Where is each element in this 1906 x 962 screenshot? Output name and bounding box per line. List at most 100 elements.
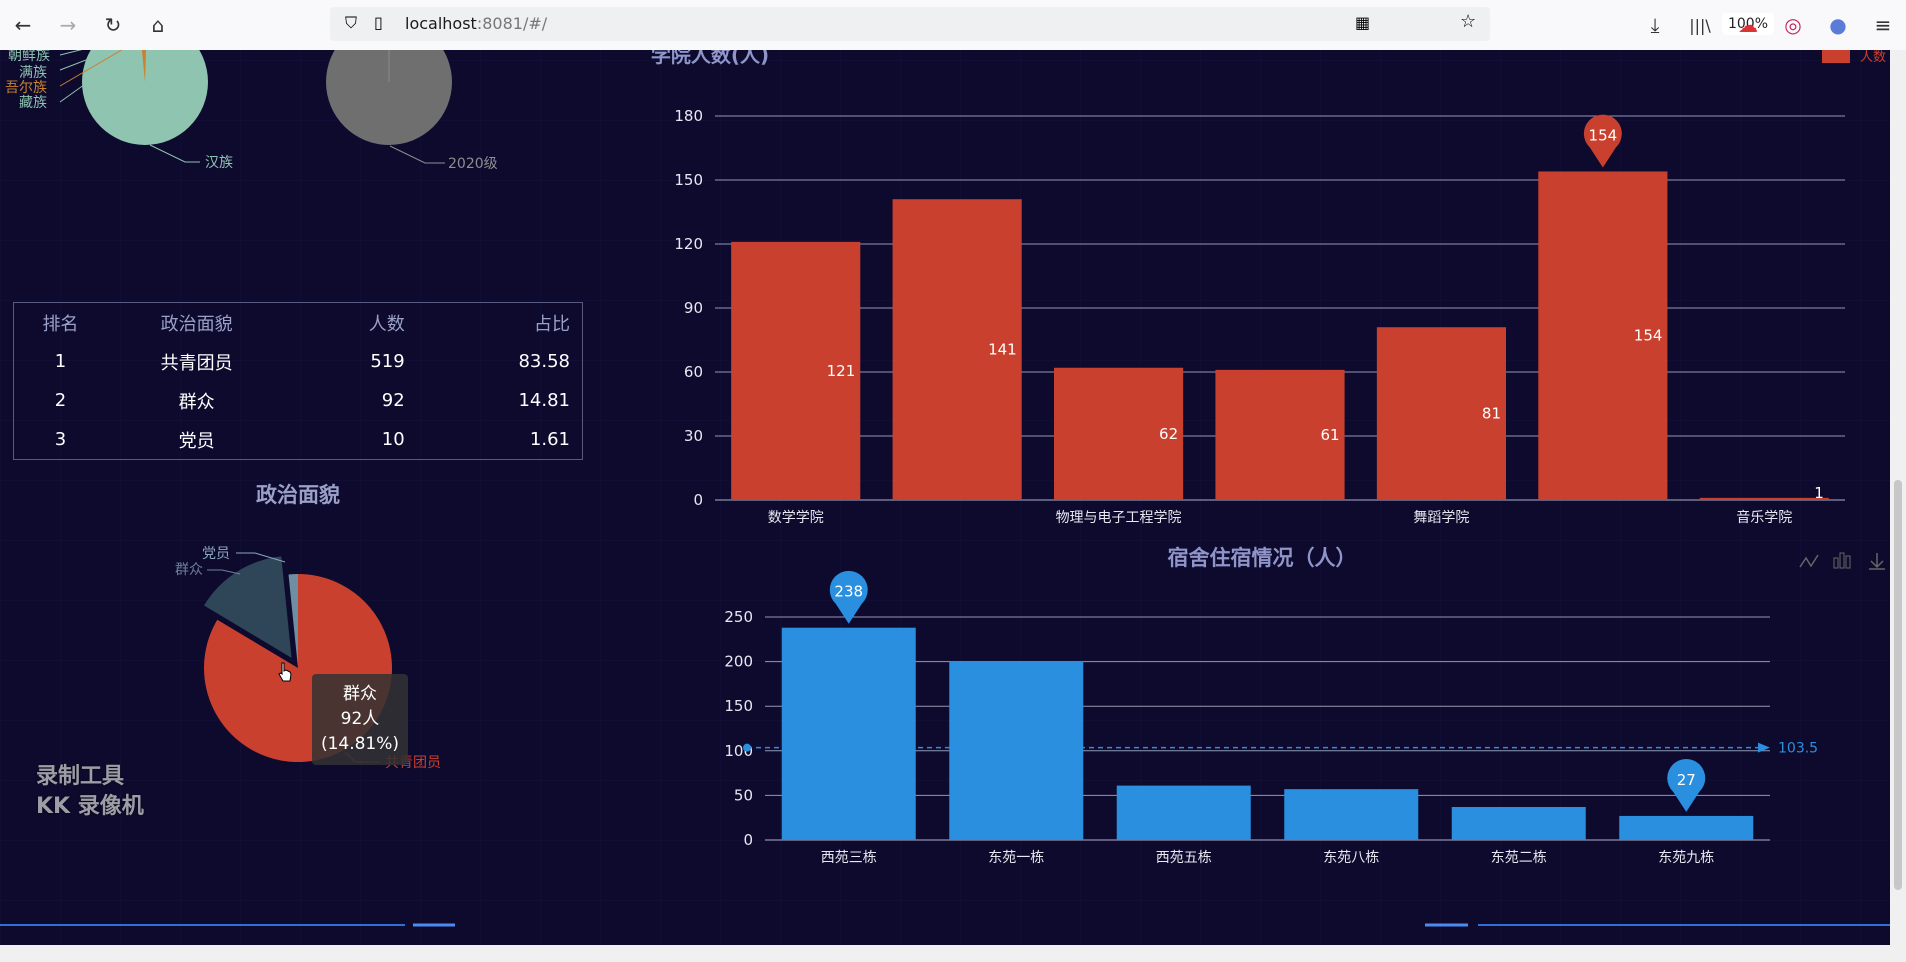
pie-label: 党员 — [202, 546, 230, 562]
x-tick-label: 舞蹈学院 — [1413, 510, 1469, 526]
browser-toolbar: ← → ↻ ⌂ ⛉ ▯ localhost:8081/#/ ▦ 100% ☆ ⤓… — [0, 0, 1906, 51]
back-icon[interactable]: ← — [8, 10, 38, 40]
chart-title: 政治面貌 — [256, 483, 340, 507]
page-icon: ▯ — [374, 13, 383, 32]
table-row: 2 群众 92 14.81 — [14, 381, 583, 420]
y-tick-label: 150 — [674, 171, 703, 189]
y-tick-label: 30 — [684, 427, 703, 445]
y-tick-label: 0 — [743, 831, 753, 849]
reload-icon[interactable]: ↻ — [98, 10, 128, 40]
y-tick-label: 250 — [724, 608, 753, 626]
y-tick-label: 60 — [684, 363, 703, 381]
menu-icon[interactable]: ≡ — [1868, 10, 1898, 40]
table-header: 人数 — [368, 313, 405, 335]
ethnicity-label: 满族 — [19, 65, 47, 81]
grade-label: 2020级 — [448, 156, 498, 172]
politics-table: 排名 政治面貌 人数 占比 1 共青团员 519 83.58 2 群众 92 1… — [13, 302, 583, 460]
legend-swatch[interactable] — [1822, 50, 1850, 63]
library-icon[interactable]: |||\ — [1685, 10, 1715, 40]
chart-title: 宿舍住宿情况（人） — [1168, 546, 1357, 570]
watermark: 录制工具 KK 录像机 — [36, 762, 144, 822]
table-cell: 92 — [381, 390, 405, 411]
table-header: 占比 — [534, 313, 570, 335]
forward-icon[interactable]: → — [53, 10, 83, 40]
table-cell: 党员 — [178, 430, 215, 452]
legend-label[interactable]: 人数 — [1860, 50, 1886, 65]
y-tick-label: 120 — [674, 235, 703, 253]
bar[interactable] — [1699, 497, 1829, 500]
table-cell: 519 — [370, 351, 405, 372]
y-tick-label: 200 — [724, 653, 753, 671]
horizontal-scrollbar[interactable] — [0, 945, 1906, 962]
average-line-label: 103.5 — [1778, 741, 1818, 757]
marker-label: 154 — [1589, 126, 1618, 144]
chart-title: 学院人数(人) — [651, 50, 769, 67]
tooltip-title: 群众 — [343, 684, 377, 704]
x-tick-label: 东苑二栋 — [1491, 849, 1547, 866]
table-cell: 群众 — [178, 391, 215, 413]
qr-icon[interactable]: ▦ — [1355, 13, 1370, 32]
star-icon[interactable]: ☆ — [1460, 11, 1476, 32]
table-header: 政治面貌 — [160, 313, 233, 335]
bar[interactable] — [1619, 815, 1754, 840]
data-label: 62 — [1159, 425, 1178, 443]
y-tick-label: 180 — [674, 107, 703, 125]
y-tick-label: 0 — [693, 491, 703, 509]
profile-icon[interactable]: ● — [1823, 10, 1853, 40]
extension-icon[interactable]: ☁ — [1733, 10, 1763, 40]
bar[interactable] — [949, 661, 1084, 840]
x-tick-label: 东苑一栋 — [988, 849, 1044, 866]
dashboard: 朝鲜族 满族 吾尔族 藏族 汉族 2020级 政治面貌 共青团员 群众 党员 学院人… — [0, 50, 1906, 962]
y-tick-label: 50 — [734, 786, 753, 804]
ethnicity-label: 藏族 — [19, 95, 47, 111]
data-label: 61 — [1320, 426, 1339, 444]
table-cell: 83.58 — [518, 351, 570, 372]
table-header: 排名 — [42, 313, 79, 335]
bar[interactable] — [781, 627, 916, 840]
ethnicity-label: 朝鲜族 — [8, 50, 50, 64]
data-label: 154 — [1634, 327, 1663, 345]
table-cell: 3 — [54, 429, 67, 450]
bar[interactable] — [1284, 789, 1419, 840]
data-label: 1 — [1814, 484, 1824, 502]
hand-cursor-icon — [278, 662, 292, 682]
table-cell: 共青团员 — [160, 352, 233, 374]
data-label: 81 — [1482, 405, 1501, 423]
bar[interactable] — [1451, 806, 1586, 840]
table-cell: 2 — [54, 390, 67, 411]
data-label: 121 — [827, 362, 856, 380]
vertical-scrollbar[interactable] — [1890, 50, 1906, 945]
dashboard-canvas: 朝鲜族 满族 吾尔族 藏族 汉族 2020级 政治面貌 共青团员群众党员 学院人… — [0, 50, 1906, 962]
marker-label: 27 — [1677, 771, 1696, 789]
watermark-line: KK 录像机 — [36, 794, 144, 819]
table-cell: 10 — [381, 429, 405, 450]
bar[interactable] — [1116, 785, 1251, 840]
x-tick-label: 数学学院 — [768, 510, 824, 526]
url-text: localhost:8081/#/ — [405, 14, 548, 33]
watermark-line: 录制工具 — [36, 764, 125, 789]
x-tick-label: 东苑八栋 — [1323, 849, 1379, 866]
average-line-start — [743, 743, 751, 752]
table-cell: 1 — [54, 351, 67, 372]
table-cell: 14.81 — [518, 390, 570, 411]
marker-label: 238 — [834, 583, 863, 601]
ethnicity-label: 吾尔族 — [5, 80, 47, 96]
tooltip-value: 92人(14.81%) — [320, 709, 400, 754]
data-label: 141 — [988, 341, 1017, 359]
y-tick-label: 150 — [724, 697, 753, 715]
table-row: 3 党员 10 1.61 — [14, 420, 583, 460]
home-icon[interactable]: ⌂ — [143, 10, 173, 40]
table-header-row: 排名 政治面貌 人数 占比 — [14, 303, 583, 343]
pie-label: 群众 — [175, 562, 203, 578]
pie-tooltip: 群众 92人(14.81%) — [312, 674, 408, 765]
table-row: 1 共青团员 519 83.58 — [14, 342, 583, 381]
shield-icon: ⛉ — [345, 13, 358, 32]
x-tick-label: 东苑九栋 — [1658, 849, 1714, 866]
instagram-icon[interactable]: ◎ — [1778, 10, 1808, 40]
x-tick-label: 物理与电子工程学院 — [1056, 510, 1182, 526]
url-bar[interactable]: ⛉ ▯ localhost:8081/#/ ▦ 100% ☆ — [330, 7, 1774, 41]
table-cell: 1.61 — [529, 429, 570, 450]
download-icon[interactable]: ⤓ — [1640, 10, 1670, 40]
scrollbar-thumb[interactable] — [1894, 480, 1902, 890]
x-tick-label: 西苑三栋 — [821, 849, 877, 866]
